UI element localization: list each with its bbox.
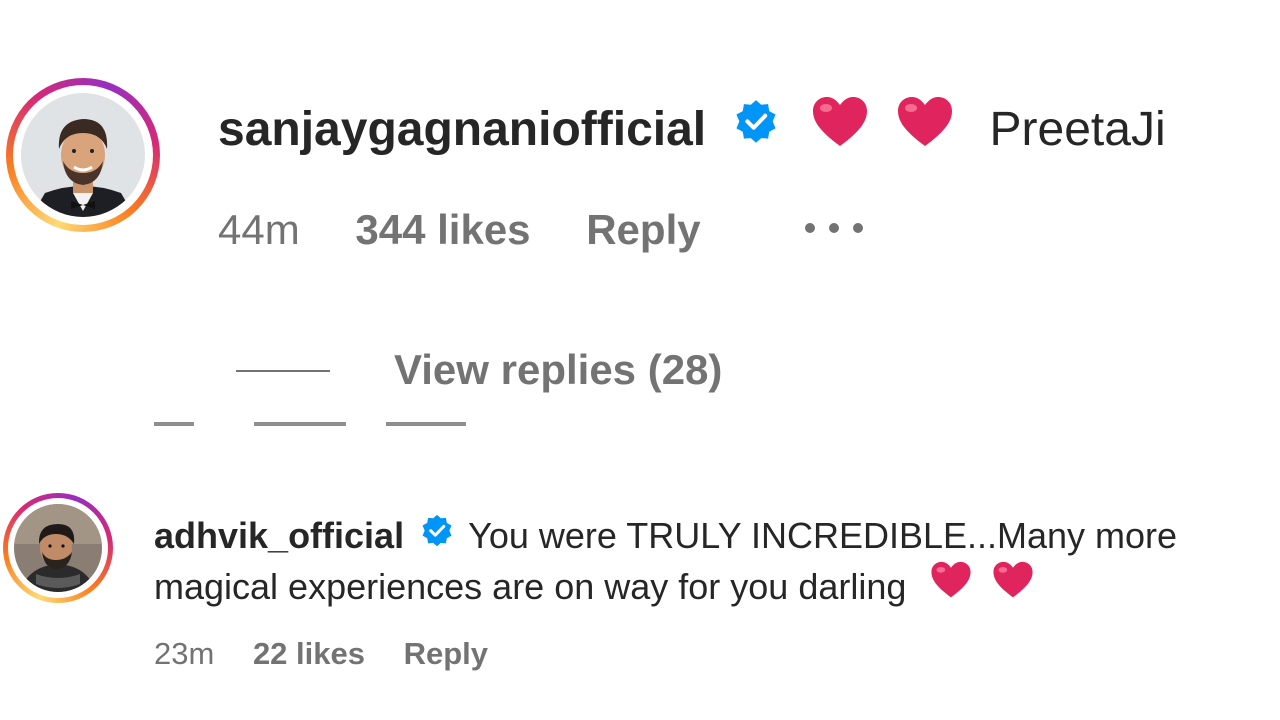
avatar-image [14, 504, 102, 592]
comment-line: sanjaygagnaniofficial PreetaJi [218, 96, 1166, 160]
comment-time[interactable]: 44m [218, 206, 300, 253]
comment-adhvik_official: adhvik_official You were TRULY INCREDIBL… [0, 480, 1280, 720]
comment-text: PreetaJi [989, 103, 1166, 156]
more-options-icon[interactable] [800, 220, 870, 241]
comment-meta: 23m 22 likes Reply [154, 634, 488, 674]
heart-emoji-icon [930, 561, 972, 612]
username[interactable]: sanjaygagnaniofficial [218, 103, 706, 156]
username[interactable]: adhvik_official [154, 515, 404, 556]
likes-count[interactable]: 22 likes [253, 636, 365, 671]
comment-sanjaygagnaniofficial: sanjaygagnaniofficial PreetaJi 44m 344 l… [0, 0, 1280, 420]
heart-emoji-icon [811, 96, 869, 163]
comment-meta: 44m 344 likes Reply [218, 203, 701, 257]
heart-emoji-icon [992, 561, 1034, 612]
avatar[interactable] [14, 504, 102, 592]
comment-line-2: magical experiences are on way for you d… [154, 561, 1254, 612]
comment-text-line-1: You were TRULY INCREDIBLE...Many more [468, 515, 1178, 556]
avatar-image [21, 93, 145, 217]
replies-divider [236, 370, 330, 372]
comment-body: adhvik_official You were TRULY INCREDIBL… [154, 510, 1254, 612]
comment-time[interactable]: 23m [154, 636, 214, 671]
verified-badge-icon [733, 99, 779, 160]
clipped-reply-meta [152, 416, 482, 430]
reply-button[interactable]: Reply [404, 636, 488, 671]
comment-line-1: adhvik_official You were TRULY INCREDIBL… [154, 510, 1254, 561]
likes-count[interactable]: 344 likes [355, 206, 530, 253]
heart-emoji-icon [896, 96, 954, 163]
reply-button[interactable]: Reply [586, 206, 700, 253]
comment-text-line-2: magical experiences are on way for you d… [154, 566, 907, 607]
avatar[interactable] [21, 93, 145, 217]
view-replies-button[interactable]: View replies (28) [394, 342, 722, 398]
verified-badge-icon [420, 510, 454, 561]
